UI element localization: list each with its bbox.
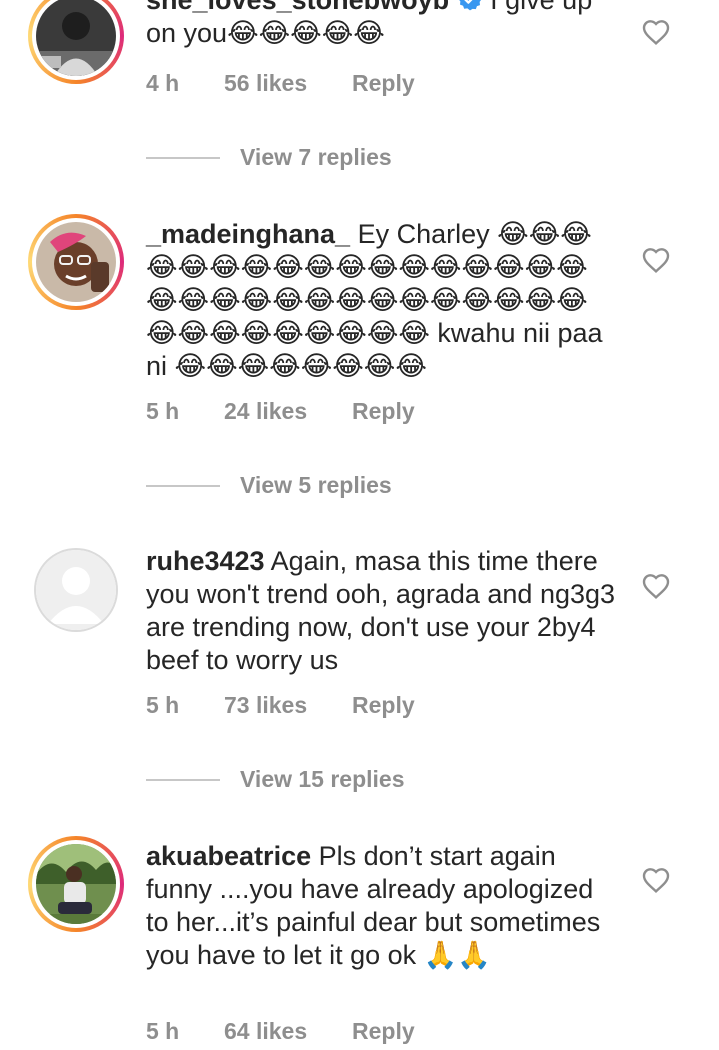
reply-button[interactable]: Reply [352, 692, 415, 719]
comment-time: 5 h [146, 1018, 180, 1044]
comment-username[interactable]: _madeinghana_ [146, 219, 350, 249]
comment-username[interactable]: she_loves_stonebwoyb [146, 0, 449, 15]
comment-likes[interactable]: 64 likes [224, 1018, 352, 1045]
comment-body: ruhe3423 Again, masa this time there you… [146, 545, 616, 677]
comment-username[interactable]: akuabeatrice [146, 841, 311, 871]
comment-meta: 5 h 64 likes Reply [146, 1018, 415, 1045]
comment-meta: 4 h 56 likes Reply [146, 70, 415, 97]
replies-divider [146, 778, 220, 781]
comment-body: akuabeatrice Pls don’t start again funny… [146, 840, 616, 972]
avatar[interactable] [28, 0, 124, 84]
view-replies-button[interactable]: View 5 replies [146, 472, 392, 499]
view-replies-label: View 15 replies [240, 766, 405, 792]
comment-body: _madeinghana_ Ey Charley 😂😂😂😂😂😂😂😂😂😂😂😂😂😂😂… [146, 218, 616, 383]
avatar[interactable] [28, 836, 124, 932]
view-replies-label: View 7 replies [240, 144, 392, 170]
avatar[interactable] [28, 214, 124, 310]
comment-likes[interactable]: 56 likes [224, 70, 352, 97]
like-button[interactable] [640, 864, 672, 896]
profile-photo [36, 222, 116, 302]
like-button[interactable] [640, 244, 672, 276]
heart-outline-icon [642, 248, 670, 273]
like-button[interactable] [640, 16, 672, 48]
heart-outline-icon [642, 574, 670, 599]
comment-item: she_loves_stonebwoyb I give up on you😂😂😂… [0, 0, 719, 200]
reply-button[interactable]: Reply [352, 70, 415, 97]
verified-badge-icon [458, 0, 481, 11]
comment-username[interactable]: ruhe3423 [146, 546, 265, 576]
replies-divider [146, 484, 220, 487]
view-replies-button[interactable]: View 15 replies [146, 766, 405, 793]
comment-likes[interactable]: 24 likes [224, 398, 352, 425]
comment-item: akuabeatrice Pls don’t start again funny… [0, 834, 719, 1050]
heart-outline-icon [642, 868, 670, 893]
comment-item: _madeinghana_ Ey Charley 😂😂😂😂😂😂😂😂😂😂😂😂😂😂😂… [0, 212, 719, 512]
comment-item: ruhe3423 Again, masa this time there you… [0, 540, 719, 800]
comment-meta: 5 h 73 likes Reply [146, 692, 415, 719]
view-replies-button[interactable]: View 7 replies [146, 144, 392, 171]
comment-body: she_loves_stonebwoyb I give up on you😂😂😂… [146, 0, 616, 50]
reply-button[interactable]: Reply [352, 1018, 415, 1045]
comment-likes[interactable]: 73 likes [224, 692, 352, 719]
comment-time: 4 h [146, 70, 180, 96]
replies-divider [146, 156, 220, 159]
avatar[interactable] [34, 548, 118, 632]
heart-outline-icon [642, 20, 670, 45]
like-button[interactable] [640, 570, 672, 602]
default-avatar-icon [36, 550, 116, 630]
comment-meta: 5 h 24 likes Reply [146, 398, 415, 425]
comment-time: 5 h [146, 398, 180, 424]
reply-button[interactable]: Reply [352, 398, 415, 425]
profile-photo [36, 844, 116, 924]
view-replies-label: View 5 replies [240, 472, 392, 498]
comment-time: 5 h [146, 692, 180, 718]
